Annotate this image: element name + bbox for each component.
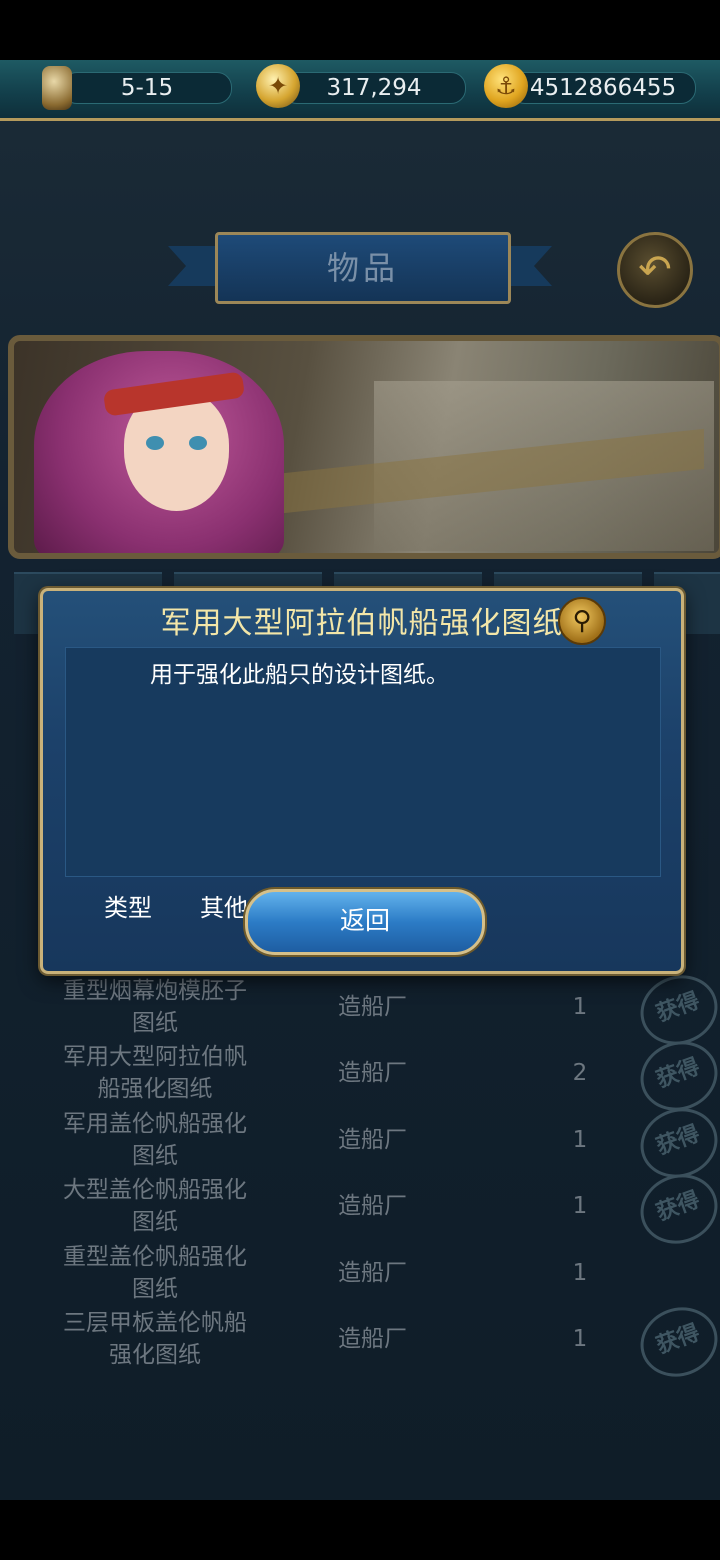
hourglass-icon [42, 66, 72, 110]
list-item[interactable]: 重型烟幕炮模胚子图纸 造船厂 1 获得 [0, 964, 720, 1056]
turn-value: 5-15 [120, 75, 174, 101]
back-button[interactable]: ↶ [617, 232, 693, 308]
character-eye-right [189, 436, 207, 450]
item-quantity: 1 [572, 1326, 588, 1352]
gold-counter: 4512866455 [510, 72, 696, 104]
item-source: 造船厂 [338, 994, 407, 1020]
list-item[interactable]: 军用大型阿拉伯帆船强化图纸 造船厂 2 获得 [0, 1030, 720, 1122]
status-bar-area [0, 0, 720, 60]
item-quantity: 1 [572, 1260, 588, 1286]
item-name: 重型烟幕炮模胚子图纸 [63, 978, 247, 1036]
item-name: 三层甲板盖伦帆船强化图纸 [63, 1310, 247, 1368]
exploration-counter: 317,294 [282, 72, 466, 104]
type-label: 类型 [104, 894, 152, 922]
item-name: 重型盖伦帆船强化图纸 [63, 1244, 247, 1302]
list-item[interactable]: 大型盖伦帆船强化图纸 造船厂 1 获得 [0, 1163, 720, 1255]
item-name: 军用大型阿拉伯帆船强化图纸 [63, 1044, 247, 1102]
turn-counter: 5-15 [62, 72, 232, 104]
list-item[interactable]: 重型盖伦帆船强化图纸 造船厂 1 [0, 1240, 720, 1306]
page-title: 物品 [326, 249, 399, 287]
item-quantity: 1 [572, 994, 588, 1020]
anchor-coin-icon: ⚓ [484, 64, 528, 108]
item-quantity: 1 [572, 1193, 588, 1219]
item-detail-dialog: 军用大型阿拉伯帆船强化图纸 ⚲ 用于强化此船只的设计图纸。 类型 其他 返回 [40, 588, 684, 974]
exploration-value: 317,294 [326, 75, 422, 101]
item-quantity: 1 [572, 1127, 588, 1153]
scene-illustration [8, 335, 720, 559]
type-value: 其他 [200, 894, 248, 922]
item-source: 造船厂 [338, 1127, 407, 1153]
item-source: 造船厂 [338, 1060, 407, 1086]
return-button-label: 返回 [339, 906, 390, 935]
character-eye-left [146, 436, 164, 450]
item-quantity: 2 [572, 1060, 588, 1086]
title-banner: 物品 [215, 232, 511, 304]
item-source: 造船厂 [338, 1193, 407, 1219]
list-item[interactable]: 军用盖伦帆船强化图纸 造船厂 1 获得 [0, 1097, 720, 1189]
item-source: 造船厂 [338, 1260, 407, 1286]
character-portrait [34, 341, 294, 553]
item-source: 造船厂 [338, 1326, 407, 1352]
item-name: 大型盖伦帆船强化图纸 [63, 1177, 247, 1235]
description-panel: 用于强化此船只的设计图纸。 类型 其他 [65, 647, 661, 922]
item-description: 用于强化此船只的设计图纸。 [150, 662, 449, 688]
navigation-bar-area [0, 1500, 720, 1560]
item-name: 军用盖伦帆船强化图纸 [63, 1111, 247, 1169]
return-button[interactable]: 返回 [245, 889, 485, 955]
compass-icon: ✦ [256, 64, 300, 108]
back-arrow-icon: ↶ [638, 247, 672, 293]
magnifier-icon[interactable]: ⚲ [558, 597, 606, 645]
resource-bar: 5-15 317,294 ✦ 4512866455 ⚓ [0, 60, 720, 121]
list-item[interactable]: 三层甲板盖伦帆船强化图纸 造船厂 1 获得 [0, 1296, 720, 1388]
gold-value: 4512866455 [529, 75, 677, 101]
